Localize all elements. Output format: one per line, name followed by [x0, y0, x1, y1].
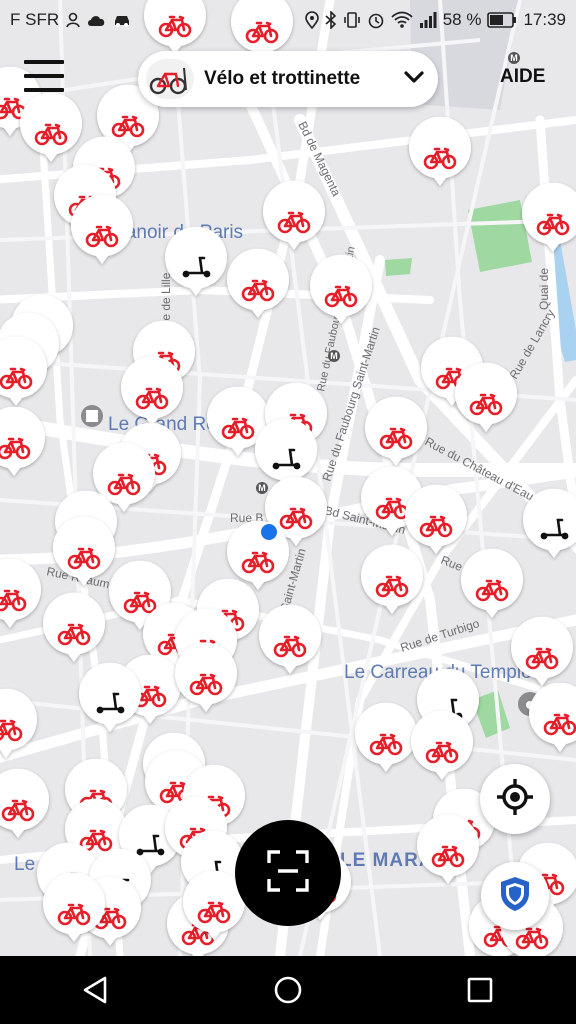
scan-qr-icon: [266, 849, 310, 898]
help-link[interactable]: AIDE: [500, 66, 545, 88]
person-icon: [65, 12, 81, 28]
home-circle-icon[interactable]: [258, 965, 318, 1015]
car-icon: [113, 13, 131, 27]
recents-square-icon[interactable]: [450, 965, 510, 1015]
bike-scooter-icon: [146, 59, 194, 99]
wifi-icon: [391, 11, 413, 29]
back-triangle-icon[interactable]: [66, 965, 126, 1015]
chevron-down-icon: [404, 70, 424, 89]
mode-selector-label: Vélo et trottinette: [204, 68, 361, 89]
hamburger-menu-icon[interactable]: [24, 58, 68, 94]
navigation-bar: [0, 956, 576, 1024]
bluetooth-icon: [325, 11, 337, 29]
status-bar: F SFR 58 % 17:39: [0, 0, 576, 40]
user-location-dot: [259, 522, 279, 542]
svg-text:M: M: [330, 351, 338, 361]
battery-label: 58 %: [442, 10, 482, 29]
vibrate-icon: [343, 11, 361, 29]
mode-selector[interactable]: Vélo et trottinette: [138, 51, 438, 107]
park-area: [385, 258, 412, 276]
alarm-icon: [367, 11, 385, 29]
cloud-icon: [87, 13, 107, 27]
locate-me-button[interactable]: [480, 764, 550, 834]
battery-icon: [487, 12, 517, 28]
svg-text:M: M: [510, 53, 518, 63]
carrier-label: F SFR: [10, 10, 60, 29]
metro-icon: M: [256, 482, 268, 494]
cinema-icon: [81, 405, 103, 427]
svg-text:M: M: [258, 483, 266, 493]
clock: 17:39: [523, 10, 566, 29]
metro-icon: M: [328, 350, 340, 362]
shield-icon: [498, 875, 532, 918]
metro-icon: M: [508, 52, 520, 64]
scan-button[interactable]: [235, 820, 341, 926]
location-icon: [304, 11, 319, 29]
signal-icon: [419, 12, 437, 28]
street-label: Quai de: [537, 268, 551, 310]
safety-button[interactable]: [481, 862, 549, 930]
crosshair-locate-icon: [495, 777, 535, 822]
